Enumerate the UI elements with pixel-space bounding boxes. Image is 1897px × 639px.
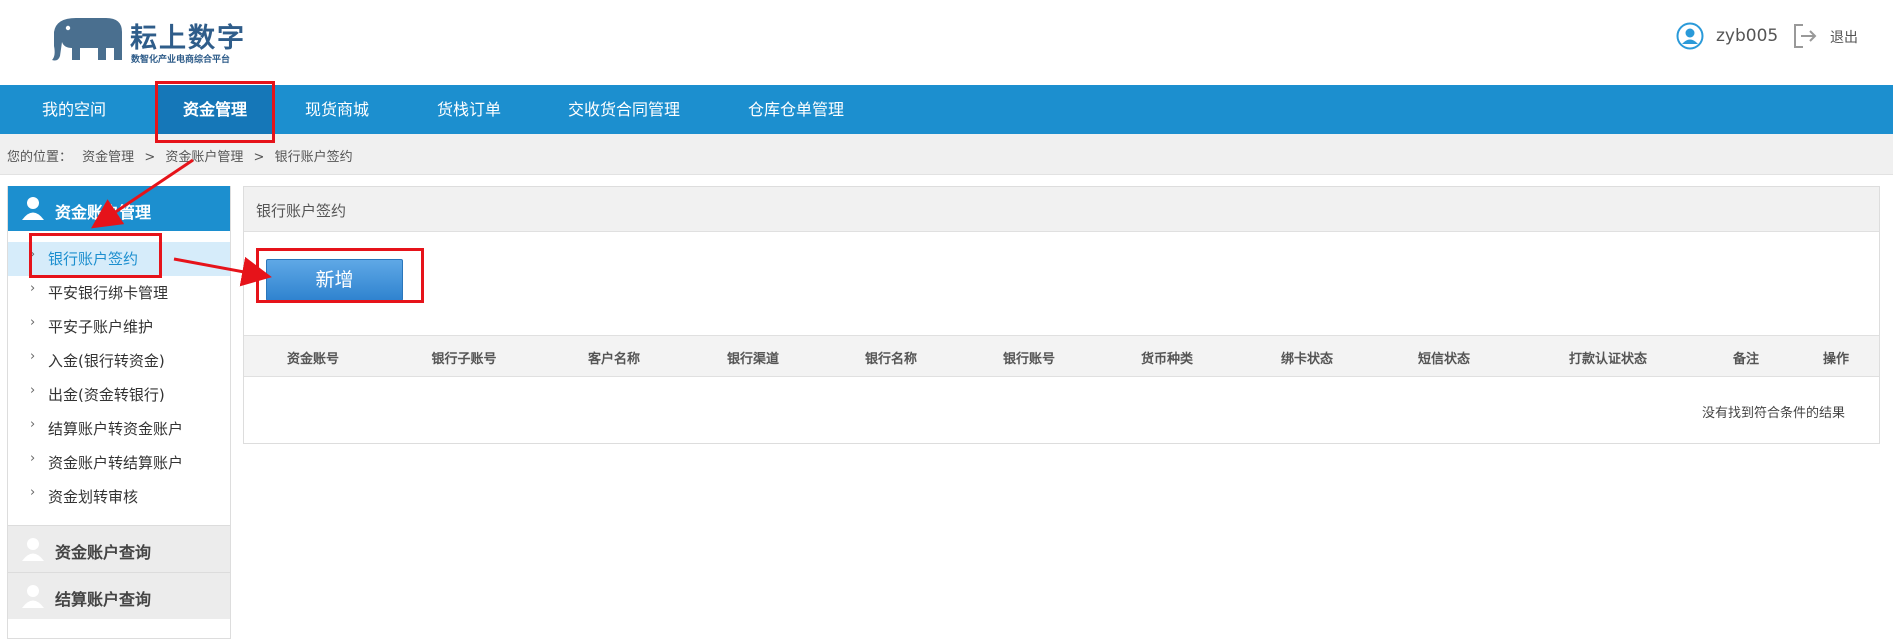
annotation-arrows xyxy=(91,158,272,287)
arrow-to-sidebar xyxy=(91,158,194,229)
arrow-to-add-button xyxy=(173,256,272,287)
